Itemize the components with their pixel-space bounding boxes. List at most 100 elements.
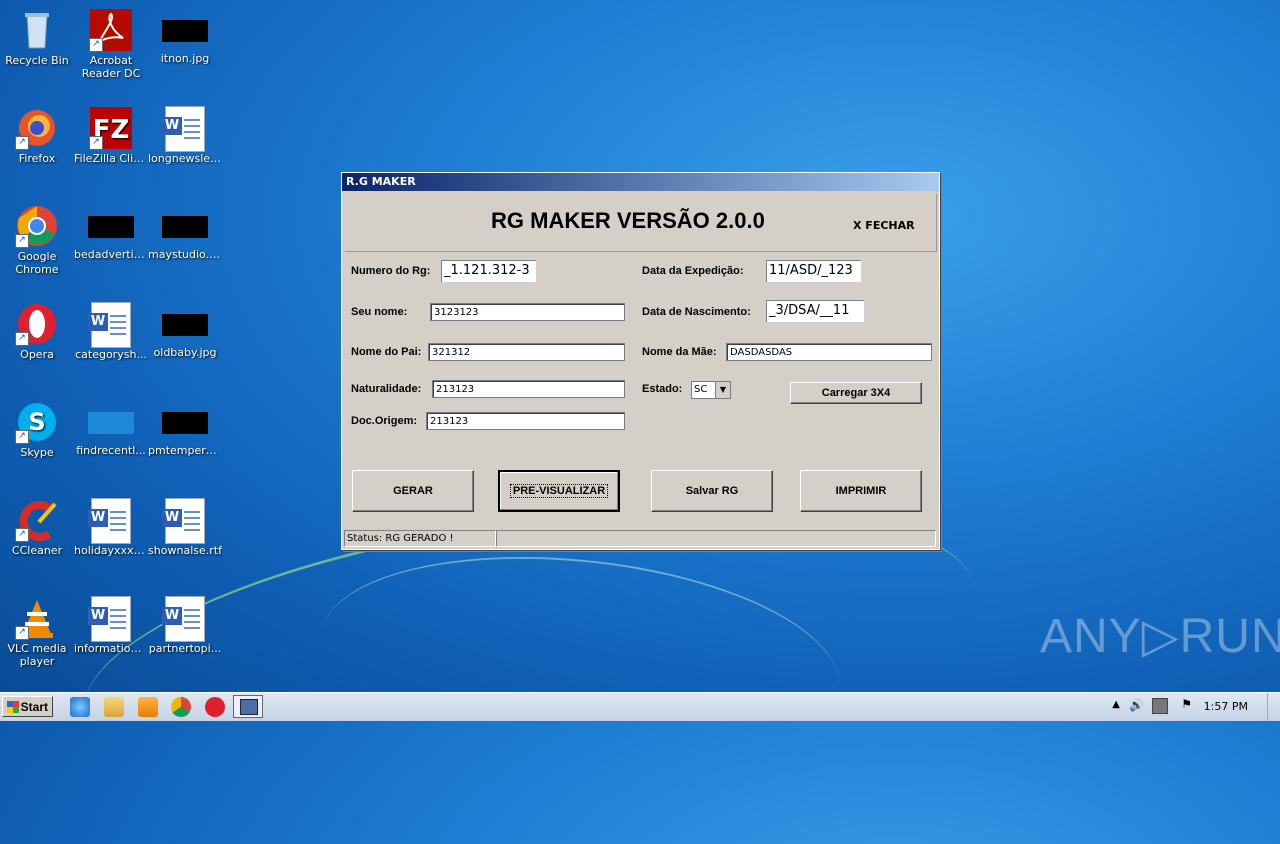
data-expedicao-label: Data da Expedição:	[642, 265, 744, 277]
ccleaner-icon: ↗	[15, 498, 59, 542]
show-desktop-button[interactable]	[1267, 693, 1280, 721]
naturalidade-input[interactable]: 213123	[432, 380, 625, 398]
seu-nome-label: Seu nome:	[351, 306, 408, 318]
naturalidade-label: Naturalidade:	[351, 383, 422, 395]
opera-icon[interactable]	[205, 697, 225, 717]
gerar-button[interactable]: GERAR	[352, 470, 474, 512]
skype-icon: S ↗	[15, 400, 59, 444]
data-nascimento-label: Data de Nascimento:	[642, 306, 751, 318]
image-thumbnail-icon	[162, 20, 208, 42]
desktop-icon-label: FileZilla Client	[74, 152, 148, 165]
svg-text:S: S	[28, 408, 45, 436]
desktop-icon-ccleaner[interactable]: ↗ CCleaner	[0, 498, 74, 557]
desktop-icon-label: Opera	[20, 348, 54, 361]
desktop-icon-label: maystudio.jpg	[148, 248, 222, 261]
desktop-icon-label: informationi...	[74, 642, 148, 655]
image-thumbnail-icon	[162, 314, 208, 336]
folder-icon[interactable]	[104, 697, 124, 717]
desktop-icon-label: shownalse.rtf	[148, 544, 222, 557]
desktop-icon-vlc[interactable]: ↗ VLC media player	[0, 596, 74, 668]
desktop-icon-findrecentl[interactable]: findrecentl...	[74, 400, 148, 457]
desktop-icon-oldbaby[interactable]: oldbaby.jpg	[148, 302, 222, 359]
desktop-icon-label: Google Chrome	[15, 250, 59, 276]
rg-maker-window[interactable]: R.G MAKER RG MAKER VERSÃO 2.0.0 X FECHAR…	[341, 172, 940, 550]
data-nascimento-input[interactable]: _3/DSA/__11	[765, 299, 865, 323]
window-header: RG MAKER VERSÃO 2.0.0 X FECHAR	[345, 194, 937, 252]
estado-select[interactable]: SC ▼	[691, 381, 731, 399]
desktop-icon-informationi[interactable]: informationi...	[74, 596, 148, 655]
previsualizar-button[interactable]: PRE-VISUALIZAR	[498, 470, 620, 512]
desktop-icon-skype[interactable]: S ↗ Skype	[0, 400, 74, 459]
desktop-icon-longnewslet[interactable]: longnewslet...	[148, 106, 222, 165]
filezilla-icon: FZ ↗	[89, 106, 133, 150]
word-document-icon	[162, 596, 205, 642]
numero-rg-label: Numero do Rg:	[351, 265, 431, 277]
start-button[interactable]: Start	[2, 696, 53, 717]
close-button[interactable]: X FECHAR	[853, 219, 915, 232]
salvar-rg-button[interactable]: Salvar RG	[651, 470, 773, 512]
doc-origem-input[interactable]: 213123	[426, 412, 625, 430]
taskbar: Start ▲ 🔊 ⚑ 1:57 PM	[0, 692, 1280, 721]
carregar-foto-button[interactable]: Carregar 3X4	[790, 382, 922, 404]
volume-icon[interactable]: 🔊	[1129, 698, 1144, 712]
imprimir-button[interactable]: IMPRIMIR	[800, 470, 922, 512]
desktop-icon-bedadvertis[interactable]: bedadvertis...	[74, 204, 148, 261]
opera-icon: ↗	[15, 302, 59, 346]
firefox-icon: ↗	[15, 106, 59, 150]
desktop-icon-acrobat[interactable]: ↗ Acrobat Reader DC	[74, 8, 148, 80]
desktop-icon-filezilla[interactable]: FZ ↗ FileZilla Client	[74, 106, 148, 165]
vlc-icon: ↗	[15, 596, 59, 640]
desktop-icon-label: pmtempera...	[148, 444, 222, 457]
nome-pai-label: Nome do Pai:	[351, 346, 422, 358]
desktop-icon-chrome[interactable]: ↗ Google Chrome	[0, 204, 74, 276]
desktop-icon-label: oldbaby.jpg	[153, 346, 217, 359]
desktop-icon-categorysh[interactable]: categorysh...	[74, 302, 148, 361]
status-bar: Status: RG GERADO !	[344, 530, 936, 547]
window-title[interactable]: R.G MAKER	[342, 173, 939, 191]
previsualizar-label: PRE-VISUALIZAR	[509, 484, 609, 498]
desktop-icon-holidayxxx[interactable]: holidayxxx.rtf	[74, 498, 148, 557]
desktop-icon-maystudio[interactable]: maystudio.jpg	[148, 204, 222, 261]
nome-pai-input[interactable]: 321312	[428, 343, 625, 361]
desktop-icon-label: longnewslet...	[148, 152, 222, 165]
desktop-icon-label: partnertopi...	[148, 642, 222, 655]
estado-value: SC	[694, 384, 708, 395]
estado-label: Estado:	[642, 383, 683, 395]
anyrun-watermark: ANY▷RUN	[1040, 610, 1280, 663]
clock[interactable]: 1:57 PM	[1204, 700, 1248, 713]
word-document-icon	[162, 498, 205, 544]
media-player-icon[interactable]	[138, 697, 158, 717]
nome-mae-label: Nome da Mãe:	[642, 346, 717, 358]
desktop-icon-label: categorysh...	[75, 348, 147, 361]
desktop-icon-firefox[interactable]: ↗ Firefox	[0, 106, 74, 165]
taskbar-item-rg-maker[interactable]	[233, 695, 263, 718]
status-panel	[496, 530, 936, 547]
chevron-up-icon[interactable]: ▲	[1112, 699, 1120, 710]
seu-nome-input[interactable]: 3123123	[430, 303, 625, 321]
flag-icon[interactable]: ⚑	[1181, 697, 1192, 711]
word-document-icon	[88, 302, 131, 348]
data-expedicao-input[interactable]: 11/ASD/_123	[765, 259, 862, 283]
chevron-down-icon[interactable]: ▼	[715, 382, 730, 398]
acrobat-icon: ↗	[89, 8, 133, 52]
desktop-icon-label: Skype	[20, 446, 54, 459]
desktop-icon-itnon[interactable]: itnon.jpg	[148, 8, 222, 65]
desktop-icon-pmtempera[interactable]: pmtempera...	[148, 400, 222, 457]
numero-rg-input[interactable]: _1.121.312-3	[440, 259, 537, 283]
desktop-icon-label: itnon.jpg	[160, 52, 210, 65]
image-thumbnail-icon	[162, 216, 208, 238]
status-text: Status: RG GERADO !	[344, 530, 496, 547]
word-document-icon	[88, 596, 131, 642]
chrome-icon[interactable]	[171, 697, 191, 717]
word-document-icon	[88, 498, 131, 544]
network-icon[interactable]	[1152, 698, 1168, 714]
desktop-icon-partnertopi[interactable]: partnertopi...	[148, 596, 222, 655]
nome-mae-input[interactable]: DASDASDAS	[726, 343, 932, 361]
internet-explorer-icon[interactable]	[70, 697, 90, 717]
doc-origem-label: Doc.Origem:	[351, 415, 418, 427]
desktop-icon-opera[interactable]: ↗ Opera	[0, 302, 74, 361]
desktop-icon-label: holidayxxx.rtf	[74, 544, 148, 557]
desktop-icon-shownalse[interactable]: shownalse.rtf	[148, 498, 222, 557]
desktop-icon-label: Acrobat Reader DC	[81, 54, 141, 80]
desktop-icon-recycle-bin[interactable]: Recycle Bin	[0, 8, 74, 67]
